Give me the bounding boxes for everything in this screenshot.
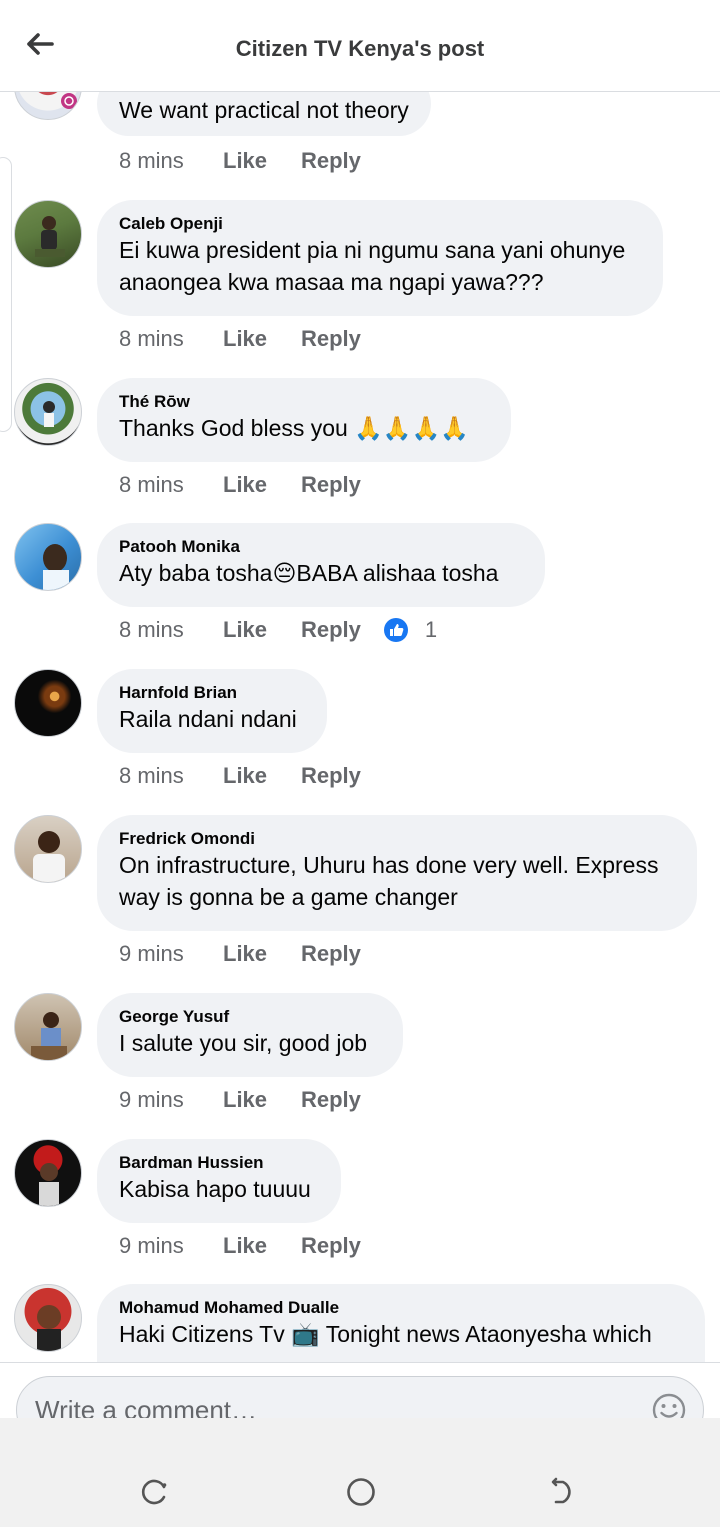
comment-bubble[interactable]: Thé Rōw Thanks God bless you 🙏🙏🙏🙏 xyxy=(97,378,511,462)
avatar[interactable] xyxy=(14,523,82,591)
comment-bubble[interactable]: Bardman Hussien Kabisa hapo tuuuu xyxy=(97,1139,341,1223)
comment-author[interactable]: Thé Rōw xyxy=(119,392,489,412)
like-button[interactable]: Like xyxy=(223,763,301,789)
comment-bubble[interactable]: Mohamud Mohamed Dualle Haki Citizens Tv … xyxy=(97,1284,705,1362)
reply-button[interactable]: Reply xyxy=(301,941,361,967)
avatar[interactable] xyxy=(14,200,82,268)
avatar[interactable] xyxy=(14,993,82,1061)
comment-text: I salute you sir, good job xyxy=(119,1030,368,1056)
avatar[interactable] xyxy=(14,92,82,120)
avatar[interactable] xyxy=(14,669,82,737)
like-button[interactable]: Like xyxy=(223,1233,301,1259)
comment-time: 8 mins xyxy=(119,148,184,173)
comment-time: 8 mins xyxy=(119,326,184,351)
comment-actions: 8 mins Like Reply xyxy=(119,326,361,352)
back-icon[interactable] xyxy=(540,1470,584,1514)
comment-bubble[interactable]: Patooh Monika Aty baba tosha😔BABA alisha… xyxy=(97,523,545,607)
comments-feed[interactable]: We want practical not theory 8 mins Like… xyxy=(0,92,720,1362)
like-button[interactable]: Like xyxy=(223,617,301,643)
comment-time: 9 mins xyxy=(119,1087,184,1112)
reply-button[interactable]: Reply xyxy=(301,617,361,643)
comment-text: Ei kuwa president pia ni ngumu sana yani… xyxy=(119,237,626,295)
comment-actions: 8 mins Like Reply 1 xyxy=(119,617,437,643)
comment-time: 9 mins xyxy=(119,1233,184,1258)
home-icon[interactable] xyxy=(339,1470,383,1514)
like-button[interactable]: Like xyxy=(223,472,301,498)
comment-author[interactable]: Harnfold Brian xyxy=(119,683,305,703)
comment-bubble[interactable]: We want practical not theory xyxy=(97,92,431,136)
comment-author[interactable]: Fredrick Omondi xyxy=(119,829,675,849)
comment-actions: 9 mins Like Reply xyxy=(119,941,361,967)
system-navigation-bar xyxy=(0,1418,720,1527)
reply-button[interactable]: Reply xyxy=(301,326,361,352)
comment-bubble[interactable]: George Yusuf I salute you sir, good job xyxy=(97,993,403,1077)
comment-actions: 9 mins Like Reply xyxy=(119,1233,361,1259)
like-button[interactable]: Like xyxy=(223,326,301,352)
comment-author[interactable]: Mohamud Mohamed Dualle xyxy=(119,1298,683,1318)
comment-text: Thanks God bless you 🙏🙏🙏🙏 xyxy=(119,415,469,441)
comment-actions: 9 mins Like Reply xyxy=(119,1087,361,1113)
recent-apps-icon[interactable] xyxy=(133,1470,177,1514)
comment-author[interactable]: George Yusuf xyxy=(119,1007,381,1027)
comment-author[interactable]: Patooh Monika xyxy=(119,537,523,557)
reaction-summary[interactable]: 1 xyxy=(383,617,437,643)
comment-time: 8 mins xyxy=(119,763,184,788)
reply-button[interactable]: Reply xyxy=(301,472,361,498)
avatar[interactable] xyxy=(14,1284,82,1352)
avatar[interactable] xyxy=(14,378,82,446)
like-reaction-icon xyxy=(383,618,408,642)
comment-bubble[interactable]: Fredrick Omondi On infrastructure, Uhuru… xyxy=(97,815,697,931)
comment-text: Aty baba tosha😔BABA alishaa tosha xyxy=(119,560,499,586)
like-button[interactable]: Like xyxy=(223,1087,301,1113)
reply-button[interactable]: Reply xyxy=(301,763,361,789)
comment-bubble[interactable]: Caleb Openji Ei kuwa president pia ni ng… xyxy=(97,200,663,316)
comment-actions: 8 mins Like Reply xyxy=(119,148,361,174)
comment-time: 9 mins xyxy=(119,941,184,966)
comment-text: On infrastructure, Uhuru has done very w… xyxy=(119,852,659,910)
page-title: Citizen TV Kenya's post xyxy=(235,36,485,61)
comment-author[interactable]: Bardman Hussien xyxy=(119,1153,319,1173)
comment-time: 8 mins xyxy=(119,617,184,642)
avatar[interactable] xyxy=(14,815,82,883)
comment-actions: 8 mins Like Reply xyxy=(119,472,361,498)
reply-button[interactable]: Reply xyxy=(301,1233,361,1259)
like-button[interactable]: Like xyxy=(223,941,301,967)
comment-bubble[interactable]: Harnfold Brian Raila ndani ndani xyxy=(97,669,327,753)
reply-button[interactable]: Reply xyxy=(301,1087,361,1113)
comment-text: Kabisa hapo tuuuu xyxy=(119,1176,311,1202)
comment-author[interactable]: Caleb Openji xyxy=(119,214,641,234)
comment-text: Haki Citizens Tv 📺 Tonight news Ataonyes… xyxy=(119,1321,652,1347)
avatar[interactable] xyxy=(14,1139,82,1207)
comment-time: 8 mins xyxy=(119,472,184,497)
comment-actions: 8 mins Like Reply xyxy=(119,763,361,789)
reply-button[interactable]: Reply xyxy=(301,148,361,174)
comment-text: We want practical not theory xyxy=(119,97,409,123)
like-button[interactable]: Like xyxy=(223,148,301,174)
app-header: Citizen TV Kenya's post xyxy=(0,0,720,92)
reaction-count: 1 xyxy=(424,617,438,642)
side-handle[interactable] xyxy=(0,157,12,432)
comment-text: Raila ndani ndani xyxy=(119,706,297,732)
